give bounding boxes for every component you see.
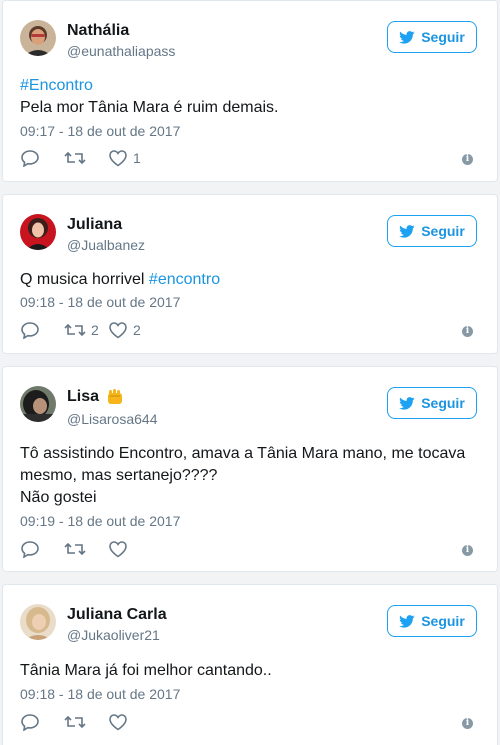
retweet-icon bbox=[64, 323, 86, 337]
tweet-text: Tânia Mara já foi melhor cantando.. bbox=[20, 662, 272, 679]
retweet-button[interactable]: 2 bbox=[64, 322, 108, 338]
reply-icon bbox=[21, 541, 39, 558]
like-button[interactable] bbox=[108, 713, 133, 731]
like-count: 1 bbox=[133, 150, 141, 166]
hashtag-link[interactable]: #encontro bbox=[149, 271, 220, 288]
follow-label: Seguir bbox=[421, 395, 465, 411]
reply-icon bbox=[21, 714, 39, 731]
tweet-timestamp[interactable]: 09:19 - 18 de out de 2017 bbox=[20, 513, 180, 529]
follow-button[interactable]: Seguir bbox=[387, 387, 477, 419]
follow-button[interactable]: Seguir bbox=[387, 605, 477, 637]
user-name[interactable]: Lisa bbox=[67, 388, 99, 406]
info-icon[interactable]: i bbox=[462, 545, 473, 556]
tweet-text-line: mesmo, mas sertanejo???? bbox=[20, 467, 218, 484]
avatar[interactable] bbox=[20, 386, 56, 422]
avatar[interactable] bbox=[20, 20, 56, 56]
tweet-text-body: Q musica horrivel bbox=[20, 271, 149, 288]
retweet-icon bbox=[64, 542, 86, 556]
twitter-bird-icon bbox=[399, 224, 415, 238]
tweet-card: Lisa @Lisarosa644 Seguir Tô assistindo E… bbox=[2, 366, 498, 572]
like-button[interactable] bbox=[108, 540, 133, 558]
user-handle[interactable]: @Jualbanez bbox=[67, 237, 145, 253]
follow-label: Seguir bbox=[421, 613, 465, 629]
twitter-bird-icon bbox=[399, 30, 415, 44]
follow-label: Seguir bbox=[421, 223, 465, 239]
follow-button[interactable]: Seguir bbox=[387, 215, 477, 247]
tweet-text: Tô assistindo Encontro, amava a Tânia Ma… bbox=[20, 443, 480, 509]
user-name[interactable]: Nathália bbox=[67, 22, 129, 40]
like-button[interactable]: 1 bbox=[108, 149, 141, 167]
tweet-timestamp[interactable]: 09:18 - 18 de out de 2017 bbox=[20, 686, 180, 702]
info-icon[interactable]: i bbox=[462, 718, 473, 729]
info-icon[interactable]: i bbox=[462, 326, 473, 337]
retweet-button[interactable] bbox=[64, 150, 108, 166]
info-icon[interactable]: i bbox=[462, 154, 473, 165]
tweet-card: Nathália @eunathaliapass Seguir #Encontr… bbox=[2, 0, 498, 182]
user-handle[interactable]: @Lisarosa644 bbox=[67, 411, 158, 427]
heart-icon bbox=[109, 714, 127, 731]
tweet-timestamp[interactable]: 09:18 - 18 de out de 2017 bbox=[20, 294, 180, 310]
tweet-card: Juliana Carla @Jukaoliver21 Seguir Tânia… bbox=[2, 584, 498, 745]
tweet-text-line: Tô assistindo Encontro, amava a Tânia Ma… bbox=[20, 445, 466, 462]
twitter-bird-icon bbox=[399, 396, 415, 410]
user-handle[interactable]: @Jukaoliver21 bbox=[67, 627, 160, 643]
tweet-text: Q musica horrivel #encontro bbox=[20, 269, 480, 291]
like-button[interactable]: 2 bbox=[108, 321, 141, 339]
retweet-button[interactable] bbox=[64, 714, 108, 730]
tweet-text: #Encontro Pela mor Tânia Mara é ruim dem… bbox=[20, 75, 480, 119]
tweet-text-body: Pela mor Tânia Mara é ruim demais. bbox=[20, 99, 279, 116]
reply-button[interactable] bbox=[20, 540, 64, 558]
user-name[interactable]: Juliana Carla bbox=[67, 606, 167, 624]
retweet-icon bbox=[64, 151, 86, 165]
fist-emoji-icon bbox=[108, 389, 123, 404]
user-handle[interactable]: @eunathaliapass bbox=[67, 43, 175, 59]
reply-icon bbox=[21, 150, 39, 167]
heart-icon bbox=[109, 541, 127, 558]
reply-button[interactable] bbox=[20, 713, 64, 731]
tweet-text-line: Não gostei bbox=[20, 489, 97, 506]
heart-icon bbox=[109, 322, 127, 339]
twitter-bird-icon bbox=[399, 614, 415, 628]
like-count: 2 bbox=[133, 322, 141, 338]
retweet-icon bbox=[64, 715, 86, 729]
user-name[interactable]: Juliana bbox=[67, 216, 122, 234]
heart-icon bbox=[109, 150, 127, 167]
hashtag-link[interactable]: #Encontro bbox=[20, 77, 93, 94]
avatar[interactable] bbox=[20, 604, 56, 640]
avatar[interactable] bbox=[20, 214, 56, 250]
tweet-card: Juliana @Jualbanez Seguir Q musica horri… bbox=[2, 194, 498, 354]
reply-button[interactable] bbox=[20, 149, 64, 167]
reply-icon bbox=[21, 322, 39, 339]
follow-label: Seguir bbox=[421, 29, 465, 45]
follow-button[interactable]: Seguir bbox=[387, 21, 477, 53]
tweet-timestamp[interactable]: 09:17 - 18 de out de 2017 bbox=[20, 123, 180, 139]
retweet-button[interactable] bbox=[64, 541, 108, 557]
reply-button[interactable] bbox=[20, 321, 64, 339]
retweet-count: 2 bbox=[91, 322, 99, 338]
